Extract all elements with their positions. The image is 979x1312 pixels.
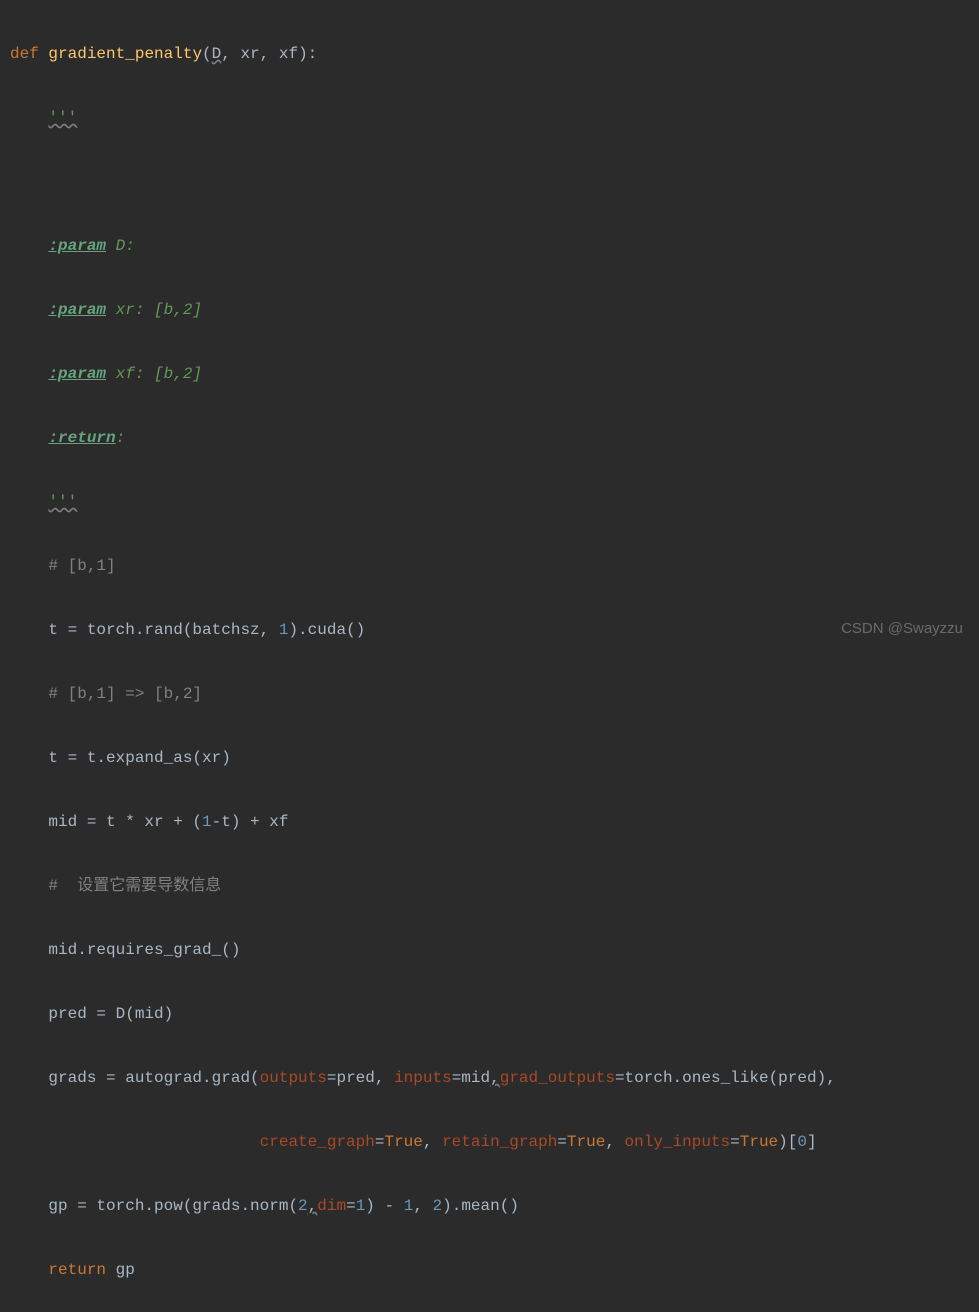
docstring-tag: :return bbox=[48, 429, 115, 447]
code-line: ''' bbox=[10, 102, 979, 134]
docstring-tag: :param bbox=[48, 301, 106, 319]
code-line: :param xr: [b,2] bbox=[10, 294, 979, 326]
docstring-close: ''' bbox=[48, 493, 77, 511]
param: xf bbox=[279, 45, 298, 63]
code-line: pred = D(mid) bbox=[10, 998, 979, 1030]
code-line: :param D: bbox=[10, 230, 979, 262]
code-line: t = torch.rand(batchsz, 1).cuda() bbox=[10, 614, 979, 646]
code-line: create_graph=True, retain_graph=True, on… bbox=[10, 1126, 979, 1158]
watermark: CSDN @Swayzzu bbox=[841, 614, 963, 644]
comment: # [b,1] => [b,2] bbox=[48, 685, 202, 703]
code-line: :return: bbox=[10, 422, 979, 454]
code-line: # [b,1] bbox=[10, 550, 979, 582]
code-line: ''' bbox=[10, 486, 979, 518]
docstring-tag: :param bbox=[48, 237, 106, 255]
code-line: return gp bbox=[10, 1254, 979, 1286]
comment: # 设置它需要导数信息 bbox=[48, 877, 221, 895]
code-line: mid = t * xr + (1-t) + xf bbox=[10, 806, 979, 838]
code-line: def gradient_penalty(D, xr, xf): bbox=[10, 38, 979, 70]
function-name: gradient_penalty bbox=[48, 45, 202, 63]
code-line bbox=[10, 166, 979, 198]
code-line: mid.requires_grad_() bbox=[10, 934, 979, 966]
comment: # [b,1] bbox=[48, 557, 115, 575]
code-line: gp = torch.pow(grads.norm(2,dim=1) - 1, … bbox=[10, 1190, 979, 1222]
code-line: :param xf: [b,2] bbox=[10, 358, 979, 390]
code-line: # [b,1] => [b,2] bbox=[10, 678, 979, 710]
param: D bbox=[212, 45, 222, 63]
code-line: # 设置它需要导数信息 bbox=[10, 870, 979, 902]
docstring-tag: :param bbox=[48, 365, 106, 383]
param: xr bbox=[240, 45, 259, 63]
docstring-open: ''' bbox=[48, 109, 77, 127]
keyword-return: return bbox=[48, 1261, 106, 1279]
code-line: grads = autograd.grad(outputs=pred, inpu… bbox=[10, 1062, 979, 1094]
keyword-def: def bbox=[10, 45, 39, 63]
code-line: t = t.expand_as(xr) bbox=[10, 742, 979, 774]
code-editor[interactable]: def gradient_penalty(D, xr, xf): ''' :pa… bbox=[0, 6, 979, 1312]
